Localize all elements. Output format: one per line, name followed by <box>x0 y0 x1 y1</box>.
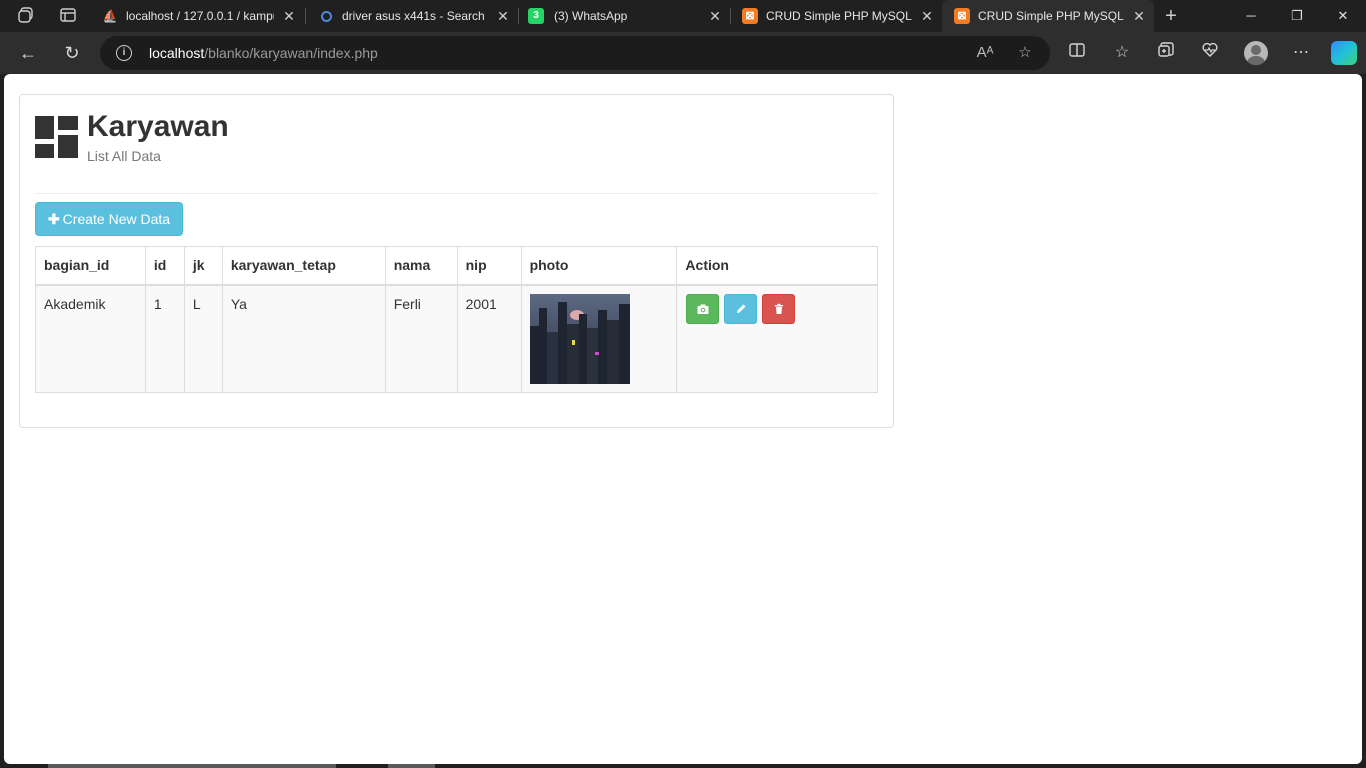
create-new-data-button[interactable]: ✚ Create New Data <box>35 202 183 236</box>
search-icon <box>318 8 334 24</box>
close-icon[interactable]: ✕ <box>282 0 296 32</box>
xampp-icon: ⊠ <box>954 8 970 24</box>
tab-title: (3) WhatsApp <box>554 9 628 23</box>
tab-actions-icon[interactable] <box>58 6 78 26</box>
cell-karyawan-tetap: Ya <box>221 284 386 393</box>
tab-whatsapp[interactable]: 3 (3) WhatsApp ✕ <box>518 0 730 32</box>
browser-tab-bar: ⛵ localhost / 127.0.0.1 / kampus ✕ drive… <box>0 0 1366 32</box>
address-url[interactable]: localhost/blanko/karyawan/index.php <box>149 36 378 70</box>
edit-button[interactable] <box>723 293 757 324</box>
page-viewport: Karyawan List All Data ✚ Create New Data … <box>4 74 1362 764</box>
window-close-icon[interactable]: ✕ <box>1320 0 1366 32</box>
column-header: nama <box>384 246 458 286</box>
column-header: bagian_id <box>35 246 146 286</box>
column-header: photo <box>520 246 678 286</box>
cell-action <box>676 284 878 393</box>
xampp-icon: ⊠ <box>742 8 758 24</box>
close-icon[interactable]: ✕ <box>708 0 722 32</box>
profile-avatar-icon[interactable] <box>1244 41 1268 65</box>
data-table: bagian_id id jk karyawan_tetap nama nip … <box>35 246 878 393</box>
back-icon[interactable]: ← <box>13 38 43 68</box>
copilot-icon[interactable] <box>1331 41 1357 65</box>
table-header-row: bagian_id id jk karyawan_tetap nama nip … <box>35 246 878 286</box>
tab-phpmyadmin[interactable]: ⛵ localhost / 127.0.0.1 / kampus ✕ <box>90 0 304 32</box>
tab-title: CRUD Simple PHP MySQL <box>978 9 1124 23</box>
phpmyadmin-icon: ⛵ <box>102 9 118 23</box>
tab-title: localhost / 127.0.0.1 / kampus <box>126 9 274 23</box>
pencil-icon <box>736 304 746 313</box>
cell-nama: Ferli <box>384 284 458 393</box>
create-button-label: Create New Data <box>62 211 171 227</box>
tab-search[interactable]: driver asus x441s - Search ✕ <box>306 0 518 32</box>
column-header: nip <box>456 246 522 286</box>
taskbar-indicator <box>388 764 435 768</box>
taskbar-indicator <box>48 764 336 768</box>
collections-icon[interactable] <box>1154 41 1178 65</box>
employee-photo <box>529 293 630 384</box>
plus-icon: ✚ <box>47 211 60 227</box>
url-host: localhost <box>149 45 205 61</box>
cell-id: 1 <box>144 284 185 393</box>
close-icon[interactable]: ✕ <box>496 0 510 32</box>
address-bar[interactable]: i localhost/blanko/karyawan/index.php Aᴬ… <box>100 36 1050 70</box>
read-aloud-icon[interactable]: Aᴬ <box>973 36 997 70</box>
refresh-icon[interactable]: ↻ <box>57 38 87 68</box>
cell-bagian-id: Akademik <box>35 284 146 393</box>
close-icon[interactable]: ✕ <box>920 0 934 32</box>
header-divider <box>35 193 878 194</box>
trash-icon <box>774 303 783 314</box>
restore-icon[interactable]: ❐ <box>1274 0 1320 32</box>
column-header: jk <box>183 246 223 286</box>
cell-jk: L <box>183 284 223 393</box>
new-tab-icon[interactable]: + <box>1161 6 1181 26</box>
url-path: /blanko/karyawan/index.php <box>204 45 378 61</box>
tab-crud-1[interactable]: ⊠ CRUD Simple PHP MySQL ✕ <box>730 0 942 32</box>
cell-photo <box>520 284 678 393</box>
split-screen-icon[interactable] <box>1065 41 1089 65</box>
column-header: Action <box>676 246 878 286</box>
tab-title: CRUD Simple PHP MySQL <box>766 9 912 23</box>
delete-button[interactable] <box>761 293 795 324</box>
column-header: karyawan_tetap <box>221 246 386 286</box>
content-panel: Karyawan List All Data ✚ Create New Data … <box>19 94 894 428</box>
column-header: id <box>144 246 185 286</box>
close-icon[interactable]: ✕ <box>1132 0 1146 32</box>
tab-title: driver asus x441s - Search <box>342 9 485 23</box>
site-info-icon[interactable]: i <box>116 45 132 61</box>
browser-essentials-icon[interactable] <box>1198 41 1222 65</box>
table-row: Akademik 1 L Ya Ferli 2001 <box>35 284 878 393</box>
page-title: Karyawan <box>87 110 229 143</box>
favorites-icon[interactable]: ☆ <box>1110 41 1134 65</box>
page-subtitle: List All Data <box>87 148 161 164</box>
cell-nip: 2001 <box>456 284 522 393</box>
upload-photo-button[interactable] <box>685 293 719 324</box>
workspaces-icon[interactable] <box>16 6 36 26</box>
favorite-star-icon[interactable]: ☆ <box>1013 36 1037 70</box>
more-options-icon[interactable]: ⋯ <box>1289 41 1313 65</box>
camera-icon <box>697 304 709 314</box>
tab-crud-2-active[interactable]: ⊠ CRUD Simple PHP MySQL ✕ <box>942 0 1154 32</box>
dashboard-icon <box>35 116 78 159</box>
whatsapp-icon: 3 <box>528 8 544 24</box>
minimize-icon[interactable]: ─ <box>1228 0 1274 32</box>
browser-toolbar: ← ↻ i localhost/blanko/karyawan/index.ph… <box>0 32 1366 74</box>
